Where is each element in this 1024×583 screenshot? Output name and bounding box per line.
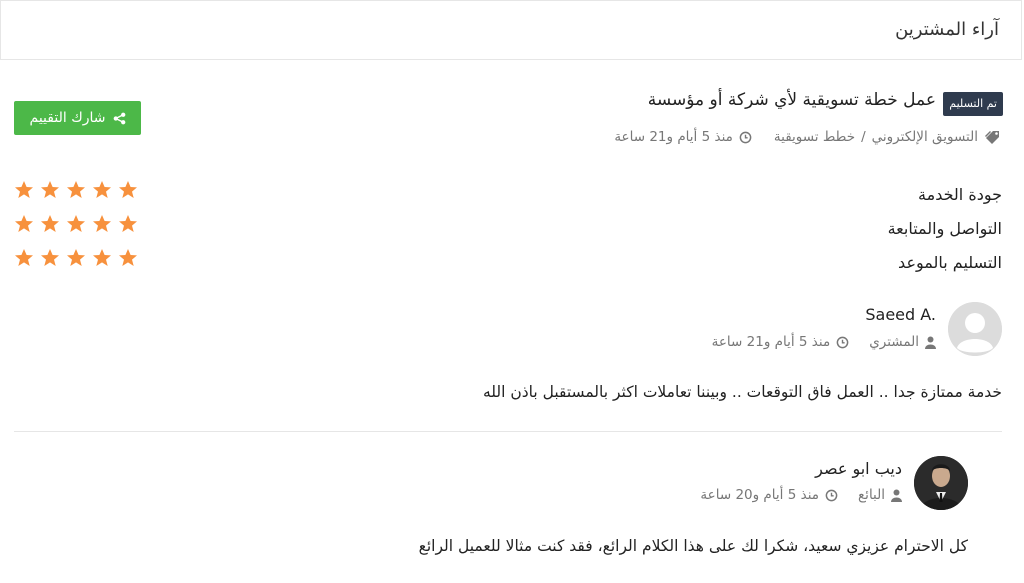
star-icon <box>67 249 85 266</box>
category-link[interactable]: التسويق الإلكتروني <box>872 129 978 145</box>
rating-label-quality: جودة الخدمة <box>918 185 1002 204</box>
review-divider <box>14 431 1002 432</box>
buyer-role: المشتري <box>869 334 919 350</box>
star-icon <box>41 249 59 266</box>
star-icon <box>15 181 33 198</box>
seller-avatar[interactable] <box>914 456 968 510</box>
share-icon <box>113 112 125 124</box>
star-icon <box>41 215 59 232</box>
star-icon <box>67 181 85 198</box>
star-icon <box>119 249 137 266</box>
share-button-label: شارك التقييم <box>29 110 106 126</box>
rating-label-delivery: التسليم بالموعد <box>898 253 1002 272</box>
seller-time: منذ 5 أيام و20 ساعة <box>700 487 819 503</box>
clock-icon <box>836 336 849 348</box>
star-icon <box>93 181 111 198</box>
page-title: آراء المشترين <box>895 19 999 40</box>
service-meta: التسويق الإلكتروني / خطط تسويقية منذ 5 أ… <box>614 129 1000 145</box>
share-rating-button[interactable]: شارك التقييم <box>14 101 141 135</box>
status-badge: تم التسليم <box>943 92 1003 116</box>
buyer-comment: خدمة ممتازة جدا .. العمل فاق التوقعات ..… <box>482 383 1002 401</box>
buyer-name[interactable]: Saeed A. <box>865 305 936 324</box>
star-icon <box>15 249 33 266</box>
category-separator: / <box>861 129 866 145</box>
seller-meta: البائع منذ 5 أيام و20 ساعة <box>700 487 902 503</box>
seller-name[interactable]: ديب ابو عصر <box>815 459 902 478</box>
seller-role: البائع <box>858 487 885 503</box>
service-title-link[interactable]: عمل خطة تسويقية لأي شركة أو مؤسسة <box>648 90 936 110</box>
rating-stars-quality <box>14 180 138 200</box>
star-icon <box>119 181 137 198</box>
avatar-placeholder-icon <box>948 302 1002 356</box>
rating-stars-delivery <box>14 248 138 268</box>
service-time: منذ 5 أيام و21 ساعة <box>614 129 733 145</box>
clock-icon <box>739 131 752 143</box>
star-icon <box>15 215 33 232</box>
star-icon <box>119 215 137 232</box>
tags-icon <box>985 131 999 144</box>
rating-stars-communication <box>14 214 138 234</box>
reviews-header: آراء المشترين <box>0 0 1022 60</box>
rating-label-communication: التواصل والمتابعة <box>887 219 1002 238</box>
user-icon <box>891 489 902 502</box>
user-icon <box>925 336 936 349</box>
buyer-avatar[interactable] <box>948 302 1002 356</box>
buyer-time: منذ 5 أيام و21 ساعة <box>711 334 831 350</box>
star-icon <box>93 215 111 232</box>
seller-comment: كل الاحترام عزيزي سعيد، شكرا لك على هذا … <box>418 537 968 555</box>
star-icon <box>67 215 85 232</box>
clock-icon <box>825 489 838 501</box>
star-icon <box>93 249 111 266</box>
buyer-meta: المشتري منذ 5 أيام و21 ساعة <box>712 334 936 350</box>
star-icon <box>41 181 59 198</box>
seller-photo <box>914 456 968 510</box>
subcategory-link[interactable]: خطط تسويقية <box>774 129 855 145</box>
